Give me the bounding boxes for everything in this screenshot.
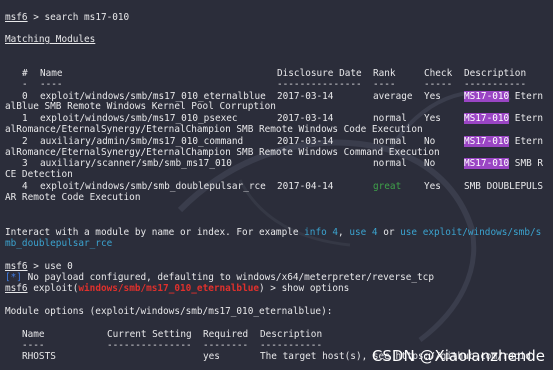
show-options-command-line: msf6 exploit(windows/smb/ms17_010_eterna… (5, 283, 350, 294)
ms17-010-tag: MS17-010 (464, 113, 510, 124)
show-command: show options (281, 283, 350, 294)
info-4-link[interactable]: info 4 (304, 227, 338, 238)
use-4-link[interactable]: use 4 (349, 227, 377, 238)
csdn-watermark: CSDN @Xiaolanzhende (371, 347, 545, 365)
search-command: search ms17-010 (44, 12, 130, 23)
use-command: use 0 (44, 261, 73, 272)
use-path-link[interactable]: use exploit/windows/smb/s (400, 227, 541, 238)
msf-prompt: msf6 (5, 12, 28, 23)
use-path-link-wrap[interactable]: mb_doublepulsar_rce (5, 238, 112, 249)
rank-great: great (373, 181, 402, 192)
payload-status-message: [*] No payload configured, defaulting to… (5, 272, 434, 283)
matching-modules-title: Matching Modules (5, 34, 96, 45)
search-command-line: msf6 > search ms17-010 (5, 12, 130, 23)
msf-prompt: msf6 (5, 261, 28, 272)
ms17-010-tag: MS17-010 (464, 158, 510, 169)
terminal-window[interactable]: msf6 > search ms17-010 Matching Modules … (0, 0, 553, 367)
info-marker: [*] (5, 272, 22, 283)
use-command-line: msf6 > use 0 (5, 261, 73, 272)
ms17-010-tag: MS17-010 (464, 136, 510, 147)
msf-prompt: msf6 (5, 283, 28, 294)
interact-hint: Interact with a module by name or index.… (5, 227, 542, 238)
module-options-title: Module options (exploit/windows/smb/ms17… (5, 306, 333, 317)
ms17-010-tag: MS17-010 (464, 91, 510, 102)
active-module: windows/smb/ms17_010_eternalblue (78, 283, 260, 294)
